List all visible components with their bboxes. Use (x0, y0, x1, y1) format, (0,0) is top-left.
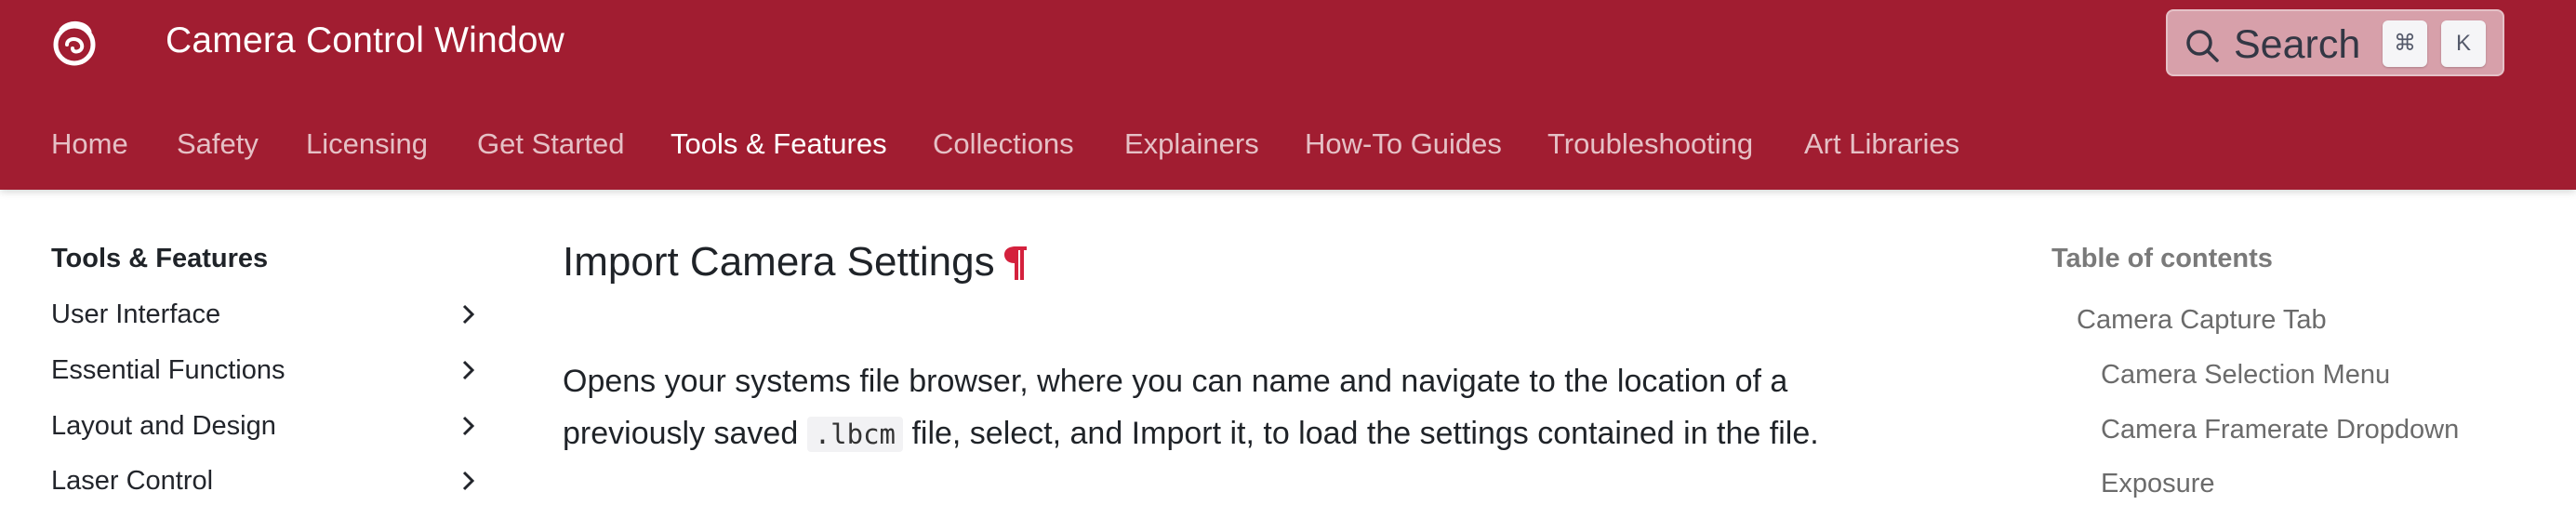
site-header: Camera Control Window Search ⌘ K Home Sa… (0, 0, 2576, 190)
chevron-right-icon (458, 303, 479, 326)
search-box[interactable]: Search ⌘ K (2166, 9, 2504, 76)
sidebar-item-label: Laser Control (51, 466, 214, 496)
sidebar-item-layout-and-design[interactable]: Layout and Design (51, 402, 479, 450)
nav-tab-tools-features[interactable]: Tools & Features (671, 116, 887, 172)
toc-link-camera-capture-tab[interactable]: Camera Capture Tab (2077, 303, 2327, 337)
nav-tab-collections[interactable]: Collections (933, 116, 1074, 172)
page-heading: Import Camera Settings (563, 239, 995, 285)
sidebar-item-user-interface[interactable]: User Interface (51, 290, 479, 339)
toc-title: Table of contents (2052, 244, 2273, 273)
sidebar-item-label: Layout and Design (51, 411, 276, 441)
sidebar-title: Tools & Features (51, 244, 269, 273)
chevron-right-icon (458, 359, 479, 381)
search-icon (2184, 28, 2220, 63)
sidebar-item-essential-functions[interactable]: Essential Functions (51, 346, 479, 394)
chevron-right-icon (458, 415, 479, 437)
search-label: Search (2234, 22, 2361, 67)
nav-tab-safety[interactable]: Safety (177, 116, 259, 172)
nav-tab-home[interactable]: Home (51, 116, 128, 172)
nav-tab-licensing[interactable]: Licensing (306, 116, 428, 172)
shortcut-key-command: ⌘ (2383, 20, 2427, 67)
paragraph-text: file, select, and Import it, to load the… (903, 416, 1819, 451)
swirl-logo-icon[interactable] (48, 17, 100, 69)
file-extension-code: .lbcm (806, 417, 903, 452)
sidebar-item-label: User Interface (51, 299, 221, 329)
nav-tab-explainers[interactable]: Explainers (1124, 116, 1259, 172)
toc-link-exposure[interactable]: Exposure (2101, 467, 2215, 500)
body-paragraph: Opens your systems file browser, where y… (563, 355, 1911, 460)
shortcut-key-k: K (2441, 20, 2486, 67)
pilcrow-anchor-link[interactable] (1004, 245, 1029, 282)
nav-tab-get-started[interactable]: Get Started (477, 116, 625, 172)
nav-tab-art-libraries[interactable]: Art Libraries (1804, 116, 1959, 172)
nav-tab-troubleshooting[interactable]: Troubleshooting (1547, 116, 1753, 172)
nav-tab-how-to-guides[interactable]: How-To Guides (1305, 116, 1502, 172)
chevron-right-icon (458, 470, 479, 492)
sidebar-item-laser-control[interactable]: Laser Control (51, 457, 479, 505)
toc-link-camera-selection-menu[interactable]: Camera Selection Menu (2101, 358, 2390, 392)
toc-link-camera-framerate-dropdown[interactable]: Camera Framerate Dropdown (2101, 413, 2459, 446)
site-title[interactable]: Camera Control Window (166, 19, 564, 63)
sidebar-item-label: Essential Functions (51, 355, 285, 385)
